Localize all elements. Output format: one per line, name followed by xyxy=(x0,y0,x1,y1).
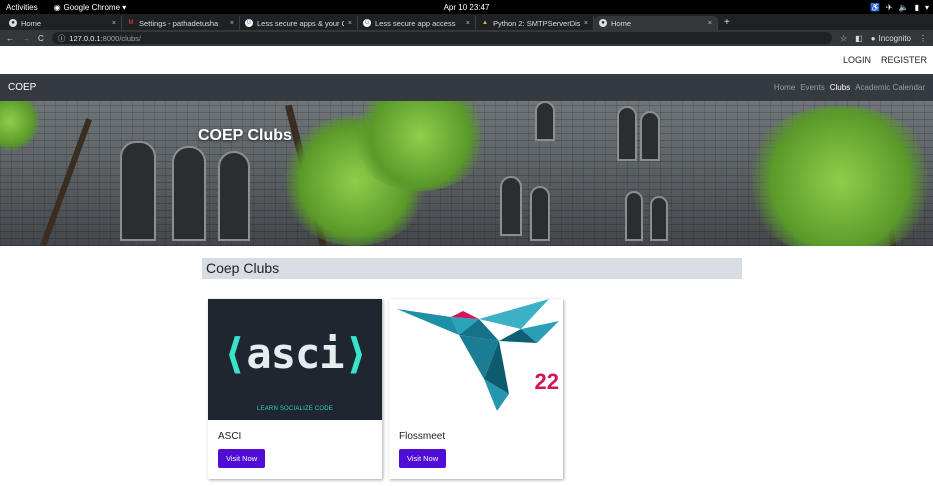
google-icon: G xyxy=(245,19,253,27)
club-card-flossmeet: 22 Flossmeet Visit Now xyxy=(389,299,563,479)
chrome-icon: ◉ xyxy=(53,2,61,12)
nav-clubs[interactable]: Clubs xyxy=(830,83,850,92)
system-tray[interactable]: ♿ ✈ 🔈 ▮ ▾ xyxy=(870,3,929,12)
site-navbar: COEP Home Events Clubs Academic Calendar xyxy=(0,74,933,101)
close-icon[interactable]: × xyxy=(466,20,470,27)
tab-less-secure-apps[interactable]: G Less secure apps & your G × xyxy=(240,16,358,30)
activities-button[interactable]: Activities xyxy=(6,3,38,12)
close-icon[interactable]: × xyxy=(584,20,588,27)
section-title: Coep Clubs xyxy=(202,258,742,279)
tab-gmail-settings[interactable]: M Settings - pathadetusha × xyxy=(122,16,240,30)
asci-logo: ⟨asci⟩ xyxy=(222,329,369,378)
new-tab-button[interactable]: + xyxy=(718,16,736,30)
gmail-icon: M xyxy=(128,20,134,26)
info-icon: ⓘ xyxy=(57,33,66,43)
forward-icon[interactable]: → xyxy=(22,34,30,43)
flossmeet-logo-text: 22 xyxy=(534,369,559,394)
google-icon: G xyxy=(363,19,371,27)
hero-window xyxy=(530,186,550,241)
airplane-icon: ✈ xyxy=(885,2,893,12)
hero-window xyxy=(500,176,522,236)
app-menu[interactable]: ◉ Google Chrome ▾ xyxy=(54,3,127,12)
hero-banner: COEP Clubs xyxy=(0,101,933,246)
hero-window xyxy=(650,196,668,241)
nav-events[interactable]: Events xyxy=(800,83,824,92)
accessibility-icon: ♿ xyxy=(869,2,880,12)
auth-links: LOGIN REGISTER xyxy=(0,46,933,74)
menu-kebab-icon[interactable]: ⋮ xyxy=(919,34,927,43)
club-cards: ⟨asci⟩ LEARN SOCIALIZE CODE ASCI Visit N… xyxy=(208,299,742,479)
back-icon[interactable]: ← xyxy=(6,34,14,43)
asci-logo-image: ⟨asci⟩ LEARN SOCIALIZE CODE xyxy=(208,299,382,420)
club-name: Flossmeet xyxy=(399,431,446,442)
os-top-bar: Activities ◉ Google Chrome ▾ Apr 10 23:4… xyxy=(0,0,933,14)
asci-logo-text: asci xyxy=(246,329,344,378)
club-name: ASCI xyxy=(218,431,242,442)
hero-window xyxy=(640,111,660,161)
volume-icon: 🔈 xyxy=(898,2,909,12)
visit-now-button[interactable]: Visit Now xyxy=(218,449,266,468)
nav-links: Home Events Clubs Academic Calendar xyxy=(774,83,925,92)
url-path: :8000/clubs/ xyxy=(100,33,142,43)
hero-window xyxy=(172,146,206,241)
side-panel-icon[interactable]: ◧ xyxy=(855,34,863,43)
hero-title: COEP Clubs xyxy=(198,127,292,144)
incognito-icon: ● xyxy=(870,33,876,43)
nav-home[interactable]: Home xyxy=(774,83,795,92)
club-card-asci: ⟨asci⟩ LEARN SOCIALIZE CODE ASCI Visit N… xyxy=(208,299,382,479)
web-page: LOGIN REGISTER COEP Home Events Clubs Ac… xyxy=(0,46,933,486)
globe-icon: ● xyxy=(599,19,607,27)
tab-home-1[interactable]: ● Home × xyxy=(4,16,122,30)
login-link[interactable]: LOGIN xyxy=(843,55,871,65)
hero-window xyxy=(625,191,643,241)
incognito-label: Incognito xyxy=(878,33,911,43)
flossmeet-logo-image: 22 xyxy=(389,299,563,420)
hero-window xyxy=(535,101,555,141)
hummingbird-logo-icon xyxy=(397,299,559,411)
chevron-down-icon: ▾ xyxy=(924,2,929,12)
tab-home-active[interactable]: ● Home × xyxy=(594,16,718,30)
visit-now-button[interactable]: Visit Now xyxy=(399,449,447,468)
tab-title: Less secure app access xyxy=(375,18,456,28)
hero-window xyxy=(617,106,637,161)
globe-icon: ● xyxy=(9,19,17,27)
nav-academic-calendar[interactable]: Academic Calendar xyxy=(855,83,925,92)
close-icon[interactable]: × xyxy=(112,20,116,27)
address-bar[interactable]: ⓘ 127.0.0.1:8000/clubs/ xyxy=(51,32,832,44)
site-brand[interactable]: COEP xyxy=(8,82,36,93)
register-link[interactable]: REGISTER xyxy=(881,55,927,65)
close-icon[interactable]: × xyxy=(348,20,352,27)
tab-python-smtp[interactable]: ▲ Python 2: SMTPServerDis × xyxy=(476,16,594,30)
url-host: 127.0.0.1 xyxy=(69,33,101,43)
asci-tagline: LEARN SOCIALIZE CODE xyxy=(256,406,334,412)
tab-title: Home xyxy=(611,18,632,28)
battery-icon: ▮ xyxy=(914,2,919,12)
browser-toolbar: ← → C ⓘ 127.0.0.1:8000/clubs/ ☆ ◧ ● Inco… xyxy=(0,30,933,46)
hero-window xyxy=(218,151,250,241)
incognito-indicator[interactable]: ● Incognito xyxy=(871,34,911,43)
reload-icon[interactable]: C xyxy=(38,34,44,43)
close-icon[interactable]: × xyxy=(230,20,234,27)
hero-window xyxy=(120,141,156,241)
bookmark-star-icon[interactable]: ☆ xyxy=(840,34,847,43)
close-icon[interactable]: × xyxy=(708,20,712,27)
tab-less-secure-access[interactable]: G Less secure app access × xyxy=(358,16,476,30)
main-content: Coep Clubs ⟨asci⟩ LEARN SOCIALIZE CODE A… xyxy=(202,258,742,479)
python-icon: ▲ xyxy=(482,20,488,26)
app-menu-label: Google Chrome ▾ xyxy=(63,2,127,12)
clock[interactable]: Apr 10 23:47 xyxy=(444,3,490,12)
tab-title: Python 2: SMTPServerDis xyxy=(493,18,580,28)
tab-title: Settings - pathadetusha xyxy=(139,18,219,28)
tab-strip: ● Home × M Settings - pathadetusha × G L… xyxy=(0,14,933,30)
hero-tree-foliage xyxy=(740,106,933,246)
tab-title: Home xyxy=(21,18,42,28)
tab-title: Less secure apps & your G xyxy=(257,18,344,28)
